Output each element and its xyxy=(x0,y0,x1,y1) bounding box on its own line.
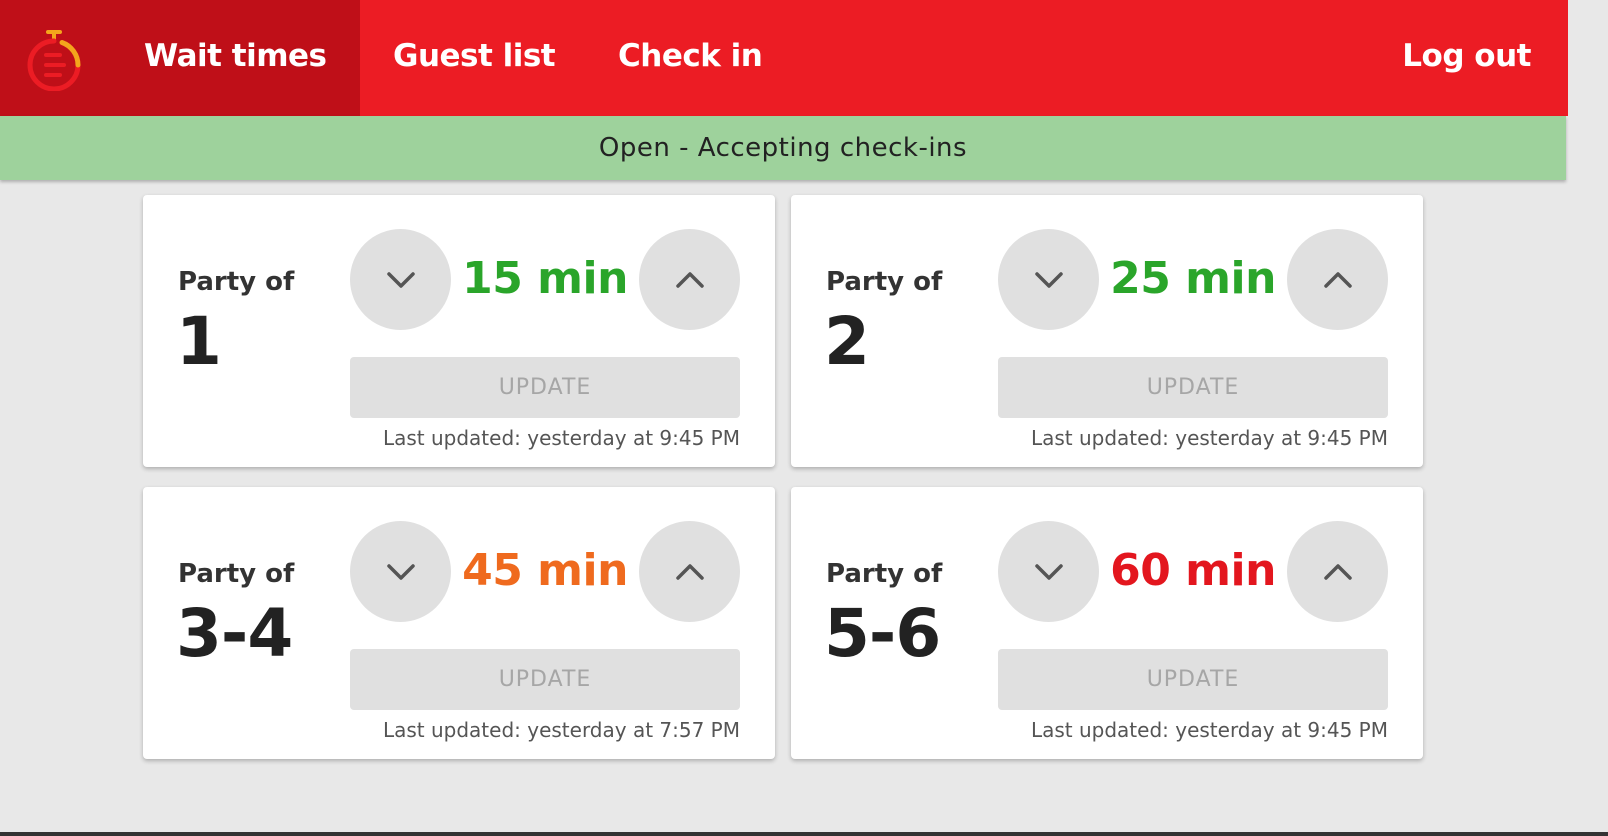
increase-button[interactable] xyxy=(639,229,740,330)
party-label: Party of xyxy=(178,559,295,589)
minutes-unit: min xyxy=(1185,545,1276,596)
party-label: Party of xyxy=(826,267,943,297)
chevron-down-icon xyxy=(386,271,415,288)
nav-item-wait-times[interactable]: Wait times xyxy=(144,38,327,74)
minutes-value: 25 xyxy=(1110,253,1171,304)
decrease-button[interactable] xyxy=(998,521,1099,622)
logout-link[interactable]: Log out xyxy=(1402,38,1531,74)
wait-minutes: 25 min xyxy=(1099,253,1287,304)
chevron-up-icon xyxy=(1323,271,1352,288)
minutes-value: 15 xyxy=(462,253,523,304)
minutes-value: 60 xyxy=(1110,545,1171,596)
increase-button[interactable] xyxy=(639,521,740,622)
party-size: 5-6 xyxy=(824,595,941,672)
minutes-unit: min xyxy=(537,253,628,304)
decrease-button[interactable] xyxy=(350,229,451,330)
wait-minutes: 15 min xyxy=(451,253,639,304)
decrease-button[interactable] xyxy=(998,229,1099,330)
party-size: 3-4 xyxy=(176,595,293,672)
party-label: Party of xyxy=(178,267,295,297)
wait-time-card: Party of 5-6 60 min UPDATE Last updated:… xyxy=(791,487,1423,759)
increase-button[interactable] xyxy=(1287,229,1388,330)
nav-item-guest-list[interactable]: Guest list xyxy=(393,38,556,74)
minutes-unit: min xyxy=(1185,253,1276,304)
wait-time-card: Party of 1 15 min UPDATE Last updated: y… xyxy=(143,195,775,467)
wait-time-card: Party of 3-4 45 min UPDATE Last updated:… xyxy=(143,487,775,759)
chevron-down-icon xyxy=(1034,271,1063,288)
update-button[interactable]: UPDATE xyxy=(350,357,740,418)
chevron-up-icon xyxy=(1323,563,1352,580)
wait-minutes: 45 min xyxy=(451,545,639,596)
party-size: 2 xyxy=(824,303,870,380)
decrease-button[interactable] xyxy=(350,521,451,622)
last-updated-text: Last updated: yesterday at 9:45 PM xyxy=(1030,718,1388,742)
update-button[interactable]: UPDATE xyxy=(350,649,740,710)
chevron-down-icon xyxy=(1034,563,1063,580)
status-text: Open - Accepting check-ins xyxy=(598,133,968,163)
increase-button[interactable] xyxy=(1287,521,1388,622)
chevron-up-icon xyxy=(675,271,704,288)
wait-minutes: 60 min xyxy=(1099,545,1287,596)
minutes-unit: min xyxy=(537,545,628,596)
party-label: Party of xyxy=(826,559,943,589)
minutes-value: 45 xyxy=(462,545,523,596)
nav-item-check-in[interactable]: Check in xyxy=(618,38,763,74)
chevron-down-icon xyxy=(386,563,415,580)
party-size: 1 xyxy=(176,303,222,380)
wait-time-card: Party of 2 25 min UPDATE Last updated: y… xyxy=(791,195,1423,467)
last-updated-text: Last updated: yesterday at 7:57 PM xyxy=(382,718,740,742)
nav-item-wait-times-active[interactable]: Wait times xyxy=(0,0,360,116)
bottom-divider xyxy=(0,832,1608,836)
last-updated-text: Last updated: yesterday at 9:45 PM xyxy=(1030,426,1388,450)
status-banner: Open - Accepting check-ins xyxy=(0,116,1566,180)
chevron-up-icon xyxy=(675,563,704,580)
last-updated-text: Last updated: yesterday at 9:45 PM xyxy=(382,426,740,450)
update-button[interactable]: UPDATE xyxy=(998,357,1388,418)
update-button[interactable]: UPDATE xyxy=(998,649,1388,710)
stopwatch-icon[interactable] xyxy=(24,27,84,91)
top-navigation: Wait times Guest list Check in Log out xyxy=(0,0,1568,116)
